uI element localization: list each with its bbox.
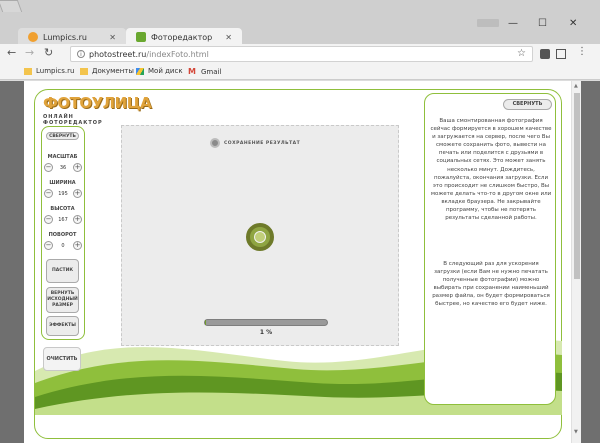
tab-label: Lumpics.ru [43,32,87,42]
bookmarks-bar: Lumpics.ru Документы Мой диск M Gmail [0,64,600,80]
tab-label: Фоторедактор [151,32,213,42]
upload-percent: 1 % [259,329,273,336]
browser-toolbar: ← → ↻ i photostreet.ru/indexFoto.html ☆ … [0,44,600,64]
folder-icon [80,67,88,75]
rotation-plus-button[interactable]: + [73,241,82,250]
bookmark-lumpics[interactable]: Lumpics.ru [24,67,74,75]
url-path: /indexFoto.html [146,49,209,59]
reload-icon[interactable]: ↻ [44,46,53,59]
scroll-up-icon[interactable]: ▲ [574,83,578,89]
rotation-stepper: − 0 + [44,241,82,250]
width-value[interactable]: 195 [58,191,68,197]
browser-window: Lumpics.ru ✕ Фоторедактор ✕ — ☐ ✕ ← → ↻ … [0,0,600,443]
upload-progress-bar [204,319,328,326]
scroll-down-icon[interactable]: ▼ [574,429,578,435]
site-logo[interactable]: ФОТОУЛИЦА ОНЛАЙН ФОТОРЕДАКТОР [43,94,152,126]
site-info-icon[interactable]: i [77,50,85,58]
height-plus-button[interactable]: + [72,215,82,224]
new-tab-button[interactable] [0,0,23,12]
back-icon[interactable]: ← [7,46,16,59]
clear-button[interactable]: ОЧИСТИТЬ [43,347,81,371]
scale-label: МАСШТАБ [47,154,78,160]
mail-extension-icon[interactable] [556,49,566,59]
width-label: ШИРИНА [49,180,76,186]
saving-label: СОХРАНЕНИЕ РЕЗУЛЬТАТ [224,140,301,146]
rotation-value[interactable]: 0 [61,243,64,249]
width-minus-button[interactable]: − [44,189,53,198]
page-margin-right [581,81,600,443]
upload-progress-fill [205,320,207,325]
logo-subtitle: ОНЛАЙН ФОТОРЕДАКТОР [43,114,103,126]
rotation-label: ПОВОРОТ [48,232,77,238]
scale-minus-button[interactable]: − [44,163,53,172]
paste-button[interactable]: ПАСТИК [46,259,79,283]
bookmark-star-icon[interactable]: ☆ [517,48,526,59]
width-plus-button[interactable]: + [72,189,82,198]
close-tab-icon[interactable]: ✕ [109,33,116,42]
menu-icon[interactable]: ⋮ [577,46,587,57]
maximize-icon[interactable]: ☐ [538,18,547,29]
close-window-icon[interactable]: ✕ [569,18,577,29]
info-text-tip: В следующий раз для ускорения загрузки (… [432,261,550,308]
forward-icon[interactable]: → [25,46,34,59]
extension-icon[interactable] [540,49,550,59]
collapse-info-button[interactable]: СВЕРНУТЬ [503,99,552,110]
saving-status: СОХРАНЕНИЕ РЕЗУЛЬТАТ [210,138,300,148]
lumpics-favicon [28,32,38,42]
folder-icon [24,67,32,75]
bookmark-gmail[interactable]: M Gmail [188,67,221,76]
restore-size-button[interactable]: ВЕРНУТЬ ИСХОДНЫЙ РАЗМЕР [46,287,79,313]
title-bar: Lumpics.ru ✕ Фоторедактор ✕ — ☐ ✕ [0,0,600,46]
gmail-icon: M [188,67,196,76]
collapse-tools-button[interactable]: СВЕРНУТЬ [46,132,79,140]
tools-panel: СВЕРНУТЬ МАСШТАБ − 36 + ШИРИНА − 195 + В… [41,126,85,340]
close-tab-icon[interactable]: ✕ [225,33,232,42]
fotoulitsa-favicon [136,32,146,42]
height-stepper: − 167 + [44,215,82,224]
bookmark-label: Lumpics.ru [36,67,75,75]
scale-plus-button[interactable]: + [73,163,82,172]
editor-canvas[interactable]: СОХРАНЕНИЕ РЕЗУЛЬТАТ 1 % [121,125,399,346]
photo-editor-page: ФОТОУЛИЦА ОНЛАЙН ФОТОРЕДАКТОР СВЕРНУТЬ М… [24,81,571,443]
saving-icon [210,138,220,148]
height-minus-button[interactable]: − [44,215,53,224]
user-profile-button[interactable] [477,19,499,27]
page-margin-left [0,81,24,443]
height-value[interactable]: 167 [58,217,68,223]
loading-spinner-icon [246,223,274,251]
info-text-upload: Ваша смонтированная фотография сейчас фо… [430,118,552,222]
logo-title: ФОТОУЛИЦА [43,94,152,112]
info-panel: СВЕРНУТЬ Ваша смонтированная фотография … [424,93,556,405]
bookmark-documents[interactable]: Документы [80,67,134,75]
bookmark-label: Документы [92,67,134,75]
effects-button[interactable]: ЭФФЕКТЫ [46,316,79,336]
width-stepper: − 195 + [44,189,82,198]
height-label: ВЫСОТА [50,206,75,212]
scrollbar-thumb[interactable] [574,93,580,279]
bookmark-drive[interactable]: Мой диск [136,67,183,75]
spinner-center [254,231,266,243]
minimize-icon[interactable]: — [508,18,518,29]
url-host: photostreet.ru [89,49,147,59]
address-bar[interactable]: i photostreet.ru/indexFoto.html ☆ [70,46,533,62]
google-drive-icon [136,67,144,75]
scale-value[interactable]: 36 [60,165,66,171]
bookmark-label: Gmail [201,67,222,76]
bookmark-label: Мой диск [148,67,183,75]
page-scrollbar[interactable]: ▲ ▼ [571,81,581,443]
scale-stepper: − 36 + [44,163,82,172]
rotation-minus-button[interactable]: − [44,241,53,250]
